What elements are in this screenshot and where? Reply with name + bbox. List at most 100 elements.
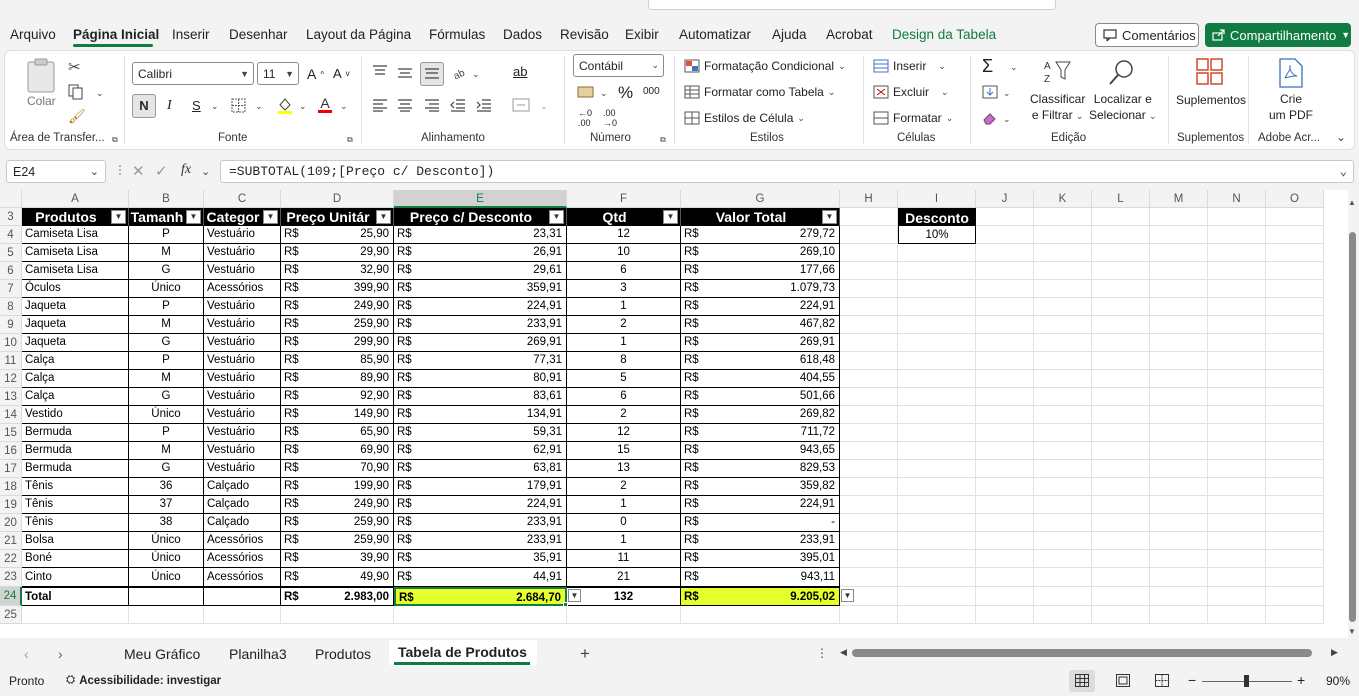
table-cell[interactable]: R$ 224,91 <box>681 496 840 514</box>
cell[interactable] <box>1208 442 1266 460</box>
cell[interactable] <box>840 442 898 460</box>
cell[interactable] <box>1092 550 1150 568</box>
filter-dropdown-icon[interactable]: ▼ <box>549 210 564 224</box>
cell[interactable] <box>1150 424 1208 442</box>
cell[interactable] <box>898 568 976 587</box>
format-painter-icon[interactable]: 🖌 <box>68 108 86 125</box>
cell[interactable] <box>1034 514 1092 532</box>
table-cell[interactable]: Vestuário <box>204 316 281 334</box>
table-cell[interactable]: Vestuário <box>204 262 281 280</box>
cell[interactable] <box>898 606 976 624</box>
cell[interactable] <box>1266 532 1324 550</box>
cell[interactable] <box>1266 352 1324 370</box>
cell[interactable] <box>1266 226 1324 244</box>
cut-icon[interactable]: ✂ <box>68 58 81 76</box>
cell[interactable] <box>840 406 898 424</box>
table-cell[interactable]: M <box>129 316 204 334</box>
pdf-icon[interactable] <box>1278 58 1304 91</box>
cell[interactable] <box>1266 298 1324 316</box>
table-cell[interactable]: G <box>129 334 204 352</box>
page-break-icon[interactable] <box>1155 674 1169 690</box>
font-size-select[interactable]: 11 ▼ <box>257 62 299 85</box>
table-cell[interactable]: R$ 359,91 <box>394 280 567 298</box>
menu-layout[interactable]: Layout da Página <box>306 27 411 42</box>
table-cell[interactable]: R$ 943,65 <box>681 442 840 460</box>
table-cell[interactable]: R$ 259,90 <box>281 316 394 334</box>
cell[interactable] <box>1266 244 1324 262</box>
cell[interactable] <box>1266 388 1324 406</box>
table-cell[interactable]: 1 <box>567 496 681 514</box>
table-cell[interactable]: Vestuário <box>204 460 281 478</box>
bold-button[interactable]: N <box>132 94 156 118</box>
cell[interactable] <box>1266 406 1324 424</box>
table-cell[interactable]: 21 <box>567 568 681 587</box>
cell[interactable] <box>840 334 898 352</box>
cell[interactable] <box>1208 460 1266 478</box>
table-header-cell[interactable]: Tamanh ▼ <box>129 208 204 226</box>
cell[interactable] <box>1092 406 1150 424</box>
prev-sheet-icon[interactable]: ‹ <box>24 646 29 662</box>
cell[interactable] <box>1092 587 1150 606</box>
cell[interactable] <box>1092 298 1150 316</box>
table-cell[interactable]: R$ 49,90 <box>281 568 394 587</box>
cell[interactable] <box>840 226 898 244</box>
cell[interactable] <box>1034 244 1092 262</box>
table-cell[interactable]: Calçado <box>204 478 281 496</box>
accounting-format-icon[interactable] <box>577 85 595 99</box>
format-cells-button[interactable]: Formatar ⌄ <box>873 111 953 125</box>
filter-dropdown-icon[interactable]: ▼ <box>263 210 278 224</box>
table-cell[interactable]: 13 <box>567 460 681 478</box>
cell[interactable] <box>898 352 976 370</box>
cell[interactable] <box>1266 262 1324 280</box>
cell[interactable] <box>1208 606 1266 624</box>
row-header-18[interactable]: 18 <box>0 478 22 496</box>
cell[interactable] <box>281 606 394 624</box>
table-cell[interactable]: G <box>129 262 204 280</box>
table-cell[interactable]: M <box>129 370 204 388</box>
table-cell[interactable]: R$ 233,91 <box>394 316 567 334</box>
search-box[interactable] <box>648 0 1056 10</box>
cell[interactable] <box>898 280 976 298</box>
cell[interactable] <box>1150 606 1208 624</box>
row-header-4[interactable]: 4 <box>0 226 22 244</box>
table-cell[interactable]: R$ 65,90 <box>281 424 394 442</box>
cell[interactable] <box>976 388 1034 406</box>
chevron-down-icon[interactable]: ⌄ <box>340 101 348 112</box>
table-header-cell[interactable]: Preço c/ Desconto ▼ <box>394 208 567 226</box>
formula-input[interactable]: =SUBTOTAL(109;[Preço c/ Desconto]) ⌄ <box>220 160 1354 183</box>
row-header-8[interactable]: 8 <box>0 298 22 316</box>
align-middle-icon[interactable] <box>397 66 413 80</box>
cell[interactable] <box>1266 606 1324 624</box>
cell[interactable] <box>976 568 1034 587</box>
zoom-slider-thumb[interactable] <box>1244 675 1249 687</box>
horizontal-scrollbar[interactable] <box>852 649 1312 657</box>
table-cell[interactable]: 5 <box>567 370 681 388</box>
table-cell[interactable]: Camiseta Lisa <box>22 262 129 280</box>
cell[interactable] <box>898 514 976 532</box>
table-cell[interactable]: R$ 70,90 <box>281 460 394 478</box>
table-cell[interactable]: Boné <box>22 550 129 568</box>
table-header-cell[interactable]: Produtos ▼ <box>22 208 129 226</box>
table-cell[interactable]: R$ 179,91 <box>394 478 567 496</box>
cell[interactable] <box>898 478 976 496</box>
insert-cells-button[interactable]: Inserir ⌄ <box>873 59 946 73</box>
table-cell[interactable]: 37 <box>129 496 204 514</box>
conditional-formatting-button[interactable]: Formatação Condicional ⌄ <box>684 59 846 73</box>
cell[interactable] <box>1266 568 1324 587</box>
table-cell[interactable]: R$ 44,91 <box>394 568 567 587</box>
row-header-23[interactable]: 23 <box>0 568 22 587</box>
table-cell[interactable]: R$ 35,91 <box>394 550 567 568</box>
cell[interactable] <box>840 424 898 442</box>
table-cell[interactable]: R$ 29,61 <box>394 262 567 280</box>
table-cell[interactable]: Vestuário <box>204 334 281 352</box>
cell[interactable] <box>1092 442 1150 460</box>
table-cell[interactable]: P <box>129 352 204 370</box>
fill-icon[interactable] <box>982 85 998 99</box>
autosum-icon[interactable]: Σ <box>982 56 993 77</box>
table-cell[interactable]: R$ 149,90 <box>281 406 394 424</box>
cell[interactable] <box>1208 514 1266 532</box>
cell[interactable] <box>1034 442 1092 460</box>
table-cell[interactable]: R$ 69,90 <box>281 442 394 460</box>
cell[interactable] <box>840 606 898 624</box>
cell[interactable] <box>976 226 1034 244</box>
